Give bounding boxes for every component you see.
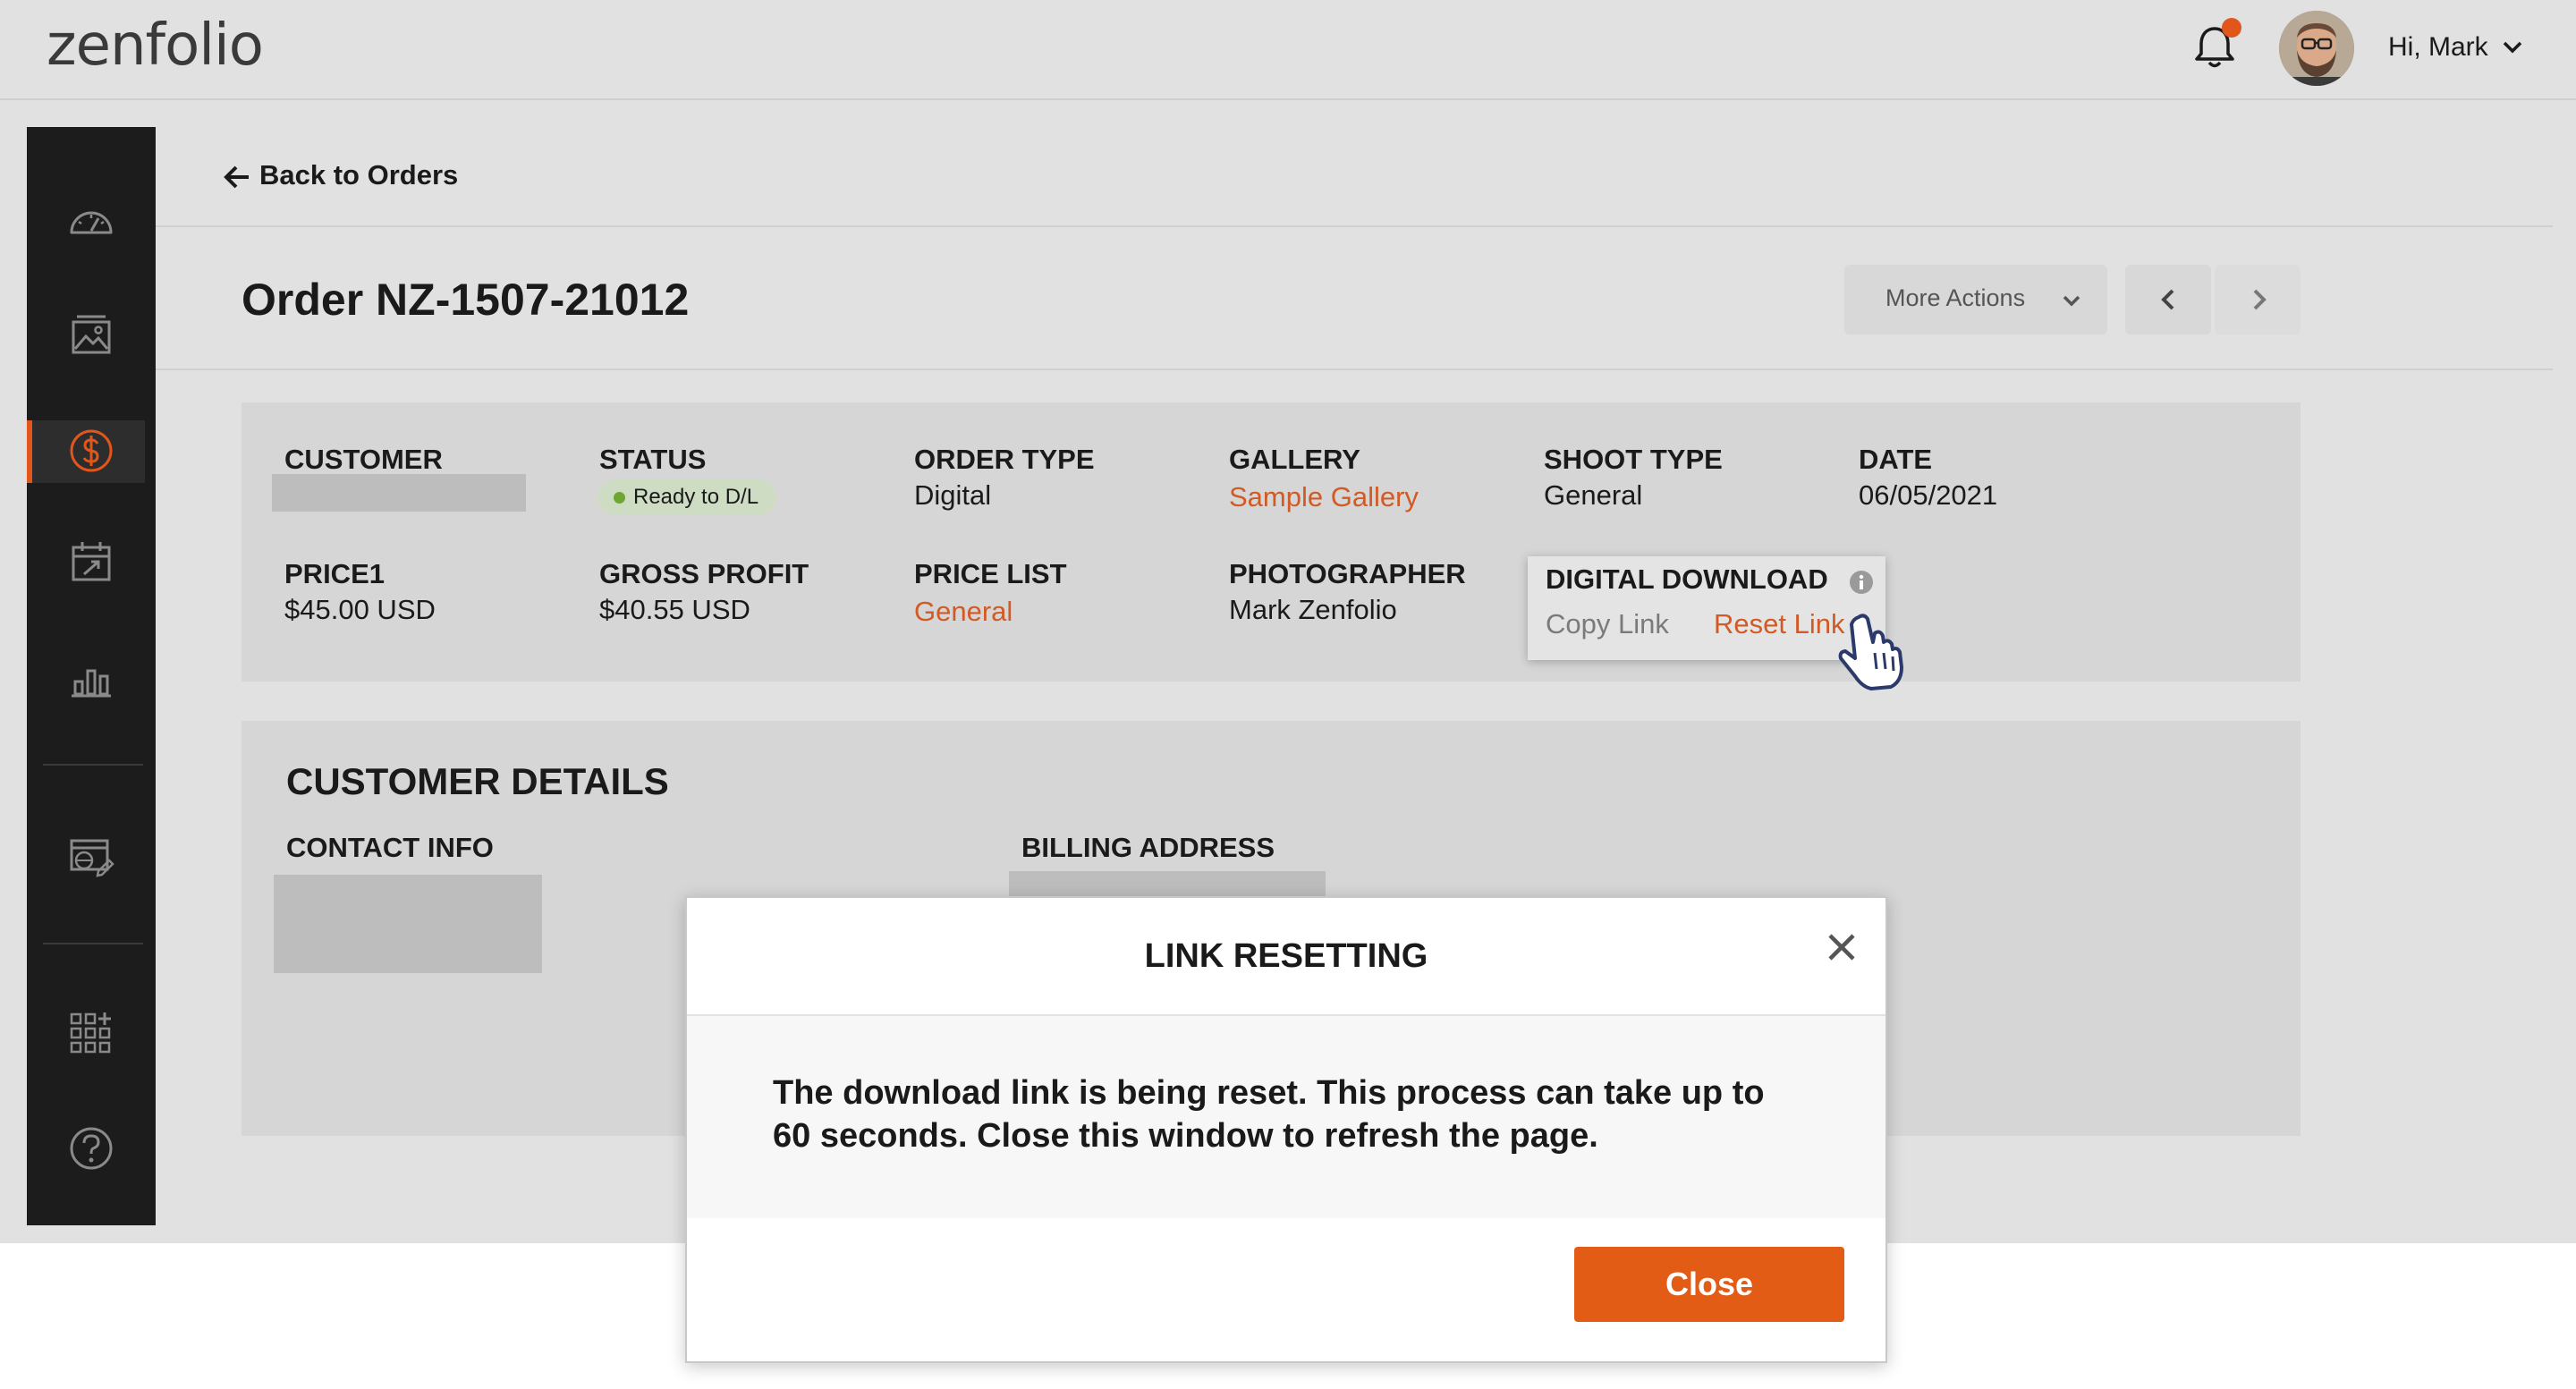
shoot-type-label: SHOOT TYPE	[1544, 444, 1723, 475]
chevron-down-icon[interactable]	[2499, 34, 2526, 61]
image-icon[interactable]	[63, 306, 120, 363]
price-value: $45.00 USD	[284, 594, 436, 625]
copy-link-button[interactable]: Copy Link	[1546, 608, 1669, 640]
dialog-footer: Close	[687, 1218, 1885, 1361]
close-button[interactable]: Close	[1574, 1247, 1844, 1322]
billing-address-redacted	[1009, 871, 1326, 898]
order-header: Order NZ-1507-21012 More Actions	[156, 227, 2553, 370]
billing-address-label: BILLING ADDRESS	[1021, 832, 1275, 863]
status-dot	[614, 492, 625, 504]
photographer-value: Mark Zenfolio	[1229, 594, 1397, 625]
info-icon[interactable]	[1848, 569, 1875, 596]
customer-name-redacted	[272, 474, 526, 512]
reset-link-button[interactable]: Reset Link	[1714, 608, 1844, 640]
chevron-left-icon	[2161, 289, 2174, 310]
close-icon[interactable]	[1821, 927, 1862, 968]
gallery-label: GALLERY	[1229, 444, 1360, 475]
date-label: DATE	[1859, 444, 1933, 475]
price-list-label: PRICE LIST	[914, 558, 1067, 589]
sidebar-divider	[43, 943, 143, 944]
more-actions-button[interactable]: More Actions	[1844, 265, 2107, 335]
avatar[interactable]	[2279, 11, 2354, 86]
dialog-body: The download link is being reset. This p…	[687, 1016, 1885, 1218]
order-summary-panel: CUSTOMER STATUS Ready to D/L ORDER TYPE …	[242, 402, 2301, 690]
sidebar-divider	[43, 764, 143, 766]
dialog-message: The download link is being reset. This p…	[773, 1074, 1765, 1155]
more-actions-label: More Actions	[1885, 284, 2026, 311]
previous-order-button[interactable]	[2125, 265, 2211, 335]
photographer-label: PHOTOGRAPHER	[1229, 558, 1466, 589]
order-type-value: Digital	[914, 479, 992, 511]
contact-info-label: CONTACT INFO	[286, 832, 494, 863]
bar-chart-icon[interactable]	[63, 649, 120, 707]
calendar-icon[interactable]	[63, 533, 120, 590]
digital-download-label: DIGITAL DOWNLOAD	[1546, 563, 1828, 595]
order-type-label: ORDER TYPE	[914, 444, 1095, 475]
page-title: Order NZ-1507-21012	[242, 275, 690, 325]
shoot-type-value: General	[1544, 479, 1643, 511]
speedometer-icon[interactable]	[63, 193, 120, 250]
customer-label: CUSTOMER	[284, 444, 443, 475]
next-order-button[interactable]	[2215, 265, 2301, 335]
notification-badge	[2222, 18, 2241, 38]
grid-plus-icon[interactable]	[63, 1004, 120, 1061]
chevron-down-icon	[2063, 295, 2080, 307]
date-value: 06/05/2021	[1859, 479, 1998, 511]
customer-details-title: CUSTOMER DETAILS	[286, 760, 669, 802]
dialog-header: LINK RESETTING	[687, 898, 1885, 1016]
help-icon[interactable]	[63, 1120, 120, 1177]
contact-info-redacted	[274, 875, 542, 973]
sidebar	[27, 127, 156, 1225]
status-badge: Ready to D/L	[597, 479, 777, 515]
price-list-link[interactable]: General	[914, 596, 1013, 628]
arrow-left-icon[interactable]	[224, 165, 250, 190]
back-to-orders-link[interactable]: Back to Orders	[259, 159, 458, 191]
top-bar: zenfolio Hi, Mark	[0, 0, 2576, 100]
status-value: Ready to D/L	[633, 485, 759, 509]
link-resetting-dialog: LINK RESETTING The download link is bein…	[685, 896, 1887, 1363]
hand-pointer-icon	[1838, 614, 1903, 690]
user-greeting[interactable]: Hi, Mark	[2388, 32, 2488, 63]
chevron-right-icon	[2253, 289, 2267, 310]
website-edit-icon[interactable]	[63, 828, 120, 885]
gallery-link[interactable]: Sample Gallery	[1229, 481, 1419, 513]
dollar-icon[interactable]	[63, 422, 120, 479]
gross-profit-label: GROSS PROFIT	[599, 558, 809, 589]
zenfolio-logo[interactable]: zenfolio	[47, 13, 264, 79]
status-label: STATUS	[599, 444, 707, 475]
dialog-title: LINK RESETTING	[1144, 937, 1428, 975]
price-label: PRICE1	[284, 558, 385, 589]
gross-profit-value: $40.55 USD	[599, 594, 750, 625]
back-row: Back to Orders	[156, 127, 2553, 227]
